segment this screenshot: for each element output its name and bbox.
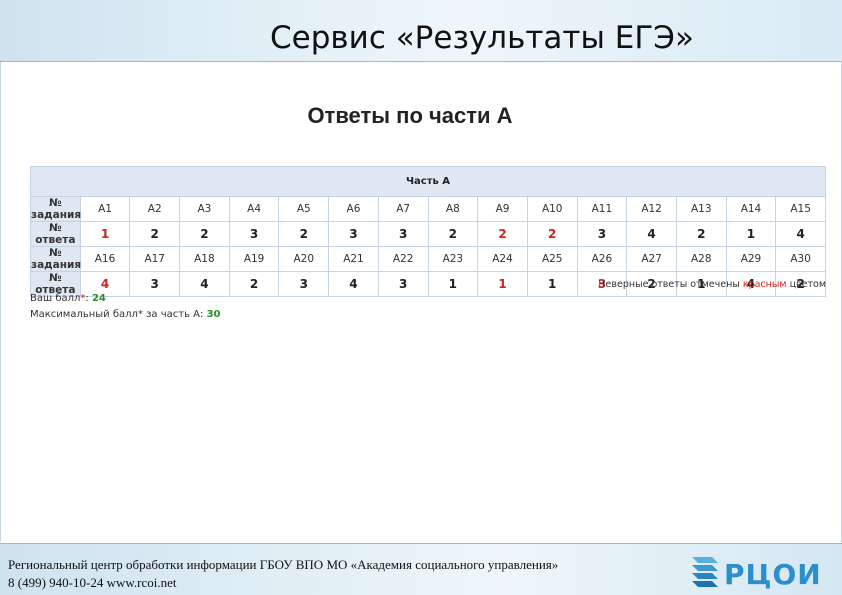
answer-cell: 1 (725, 221, 777, 247)
answer-cell: 4 (775, 221, 826, 247)
answer-header: № ответа (30, 221, 81, 247)
wrong-answers-note: Неверные ответы отмечены красным цветом (598, 279, 826, 290)
task-number-cell: A23 (427, 246, 479, 272)
answer-cell: 4 (328, 271, 379, 297)
task-number-cell: A4 (228, 196, 280, 222)
task-number-cell: A3 (179, 196, 230, 222)
task-number-cell: A16 (79, 246, 131, 272)
answer-cell: 1 (427, 271, 479, 297)
note-text-before: Неверные ответы отмечены (598, 279, 743, 290)
footer-org-name: Региональный центр обработки информации … (8, 557, 559, 572)
note-text-highlight: красным (742, 279, 787, 290)
task-number-row: № задания A1 A2 A3 A4 A5 A6 A7 A8 A9 A10 A11 A12 A13 A… (30, 196, 826, 222)
task-number-cell: A8 (427, 196, 479, 222)
answer-row: № ответа 1 2 2 3 2 3 3 2 2 2 3 4 2 1 4 (30, 221, 826, 247)
answer-cell: 1 (526, 271, 578, 297)
task-number-cell: A19 (228, 246, 280, 272)
task-number-cell: A28 (675, 246, 727, 272)
task-number-cell: A20 (278, 246, 330, 272)
task-number-cell: A13 (675, 196, 727, 222)
task-number-cell: A14 (725, 196, 777, 222)
task-number-cell: A7 (377, 196, 429, 222)
task-number-cell: A1 (79, 196, 131, 222)
task-number-cell: A10 (526, 196, 578, 222)
rcoi-logo-icon (692, 557, 718, 587)
logo-text: РЦОИ (724, 558, 822, 591)
answer-cell: 4 (179, 271, 230, 297)
task-number-cell: A26 (576, 246, 628, 272)
max-score-value: 30 (206, 309, 221, 320)
answer-cell: 2 (179, 221, 230, 247)
answer-cell: 3 (576, 221, 628, 247)
answer-cell: 2 (278, 221, 330, 247)
answer-cell: 3 (377, 221, 429, 247)
slide-subtitle: Ответы по части А (307, 103, 513, 128)
task-number-cell: A25 (526, 246, 578, 272)
task-number-header: № задания (30, 246, 82, 272)
answer-cell: 3 (328, 221, 379, 247)
task-number-header: № задания (30, 196, 82, 222)
task-number-cell: A5 (278, 196, 330, 222)
answer-cell: 3 (228, 221, 280, 247)
task-number-cell: A12 (626, 196, 677, 222)
wrong-answer-cell: 2 (526, 221, 578, 247)
answer-cell: 3 (129, 271, 181, 297)
task-number-row: № задания A16 A17 A18 A19 A20 A21 A22 A23 A24 A25 A… (30, 246, 826, 272)
answer-cell: 3 (278, 271, 330, 297)
task-number-cell: A21 (328, 246, 379, 272)
your-score-label: Ваш балл (30, 293, 81, 304)
answer-cell: 2 (675, 221, 727, 247)
task-number-cell: A18 (179, 246, 230, 272)
answer-cell: 4 (626, 221, 677, 247)
task-number-cell: A22 (377, 246, 429, 272)
task-number-cell: A27 (626, 246, 677, 272)
slide-title: Сервис «Результаты ЕГЭ» (270, 20, 694, 56)
answer-cell: 3 (377, 271, 429, 297)
task-number-cell: A15 (775, 196, 826, 222)
answers-table: Часть А № задания A1 A2 A3 A4 A5 A6 A7 A8 A9 A10 A1… (30, 166, 826, 297)
task-number-cell: A17 (129, 246, 181, 272)
task-number-cell: A29 (725, 246, 777, 272)
wrong-answer-cell: 1 (477, 271, 528, 297)
task-number-cell: A6 (328, 196, 379, 222)
task-number-cell: A30 (775, 246, 826, 272)
task-number-cell: A2 (129, 196, 181, 222)
note-text-after: цветом (786, 279, 826, 290)
task-number-cell: A11 (576, 196, 628, 222)
your-score-value: 24 (91, 293, 106, 304)
answer-cell: 2 (129, 221, 181, 247)
section-title: Часть А (30, 166, 826, 197)
table-section-header: Часть А (30, 166, 826, 197)
your-score-line: Ваш балл*: 24 (30, 293, 106, 304)
task-number-cell: A24 (477, 246, 528, 272)
footer-contacts: 8 (499) 940-10-24 www.rcoi.net (8, 575, 177, 590)
max-score-label: Максимальный балл* за часть А: (30, 309, 204, 320)
answer-cell: 2 (228, 271, 280, 297)
left-border (0, 62, 1, 542)
answer-cell: 2 (427, 221, 479, 247)
wrong-answer-cell: 2 (477, 221, 528, 247)
wrong-answer-cell: 1 (79, 221, 131, 247)
max-score-line: Максимальный балл* за часть А: 30 (30, 309, 221, 320)
task-number-cell: A9 (477, 196, 528, 222)
rcoi-logo: РЦОИ (690, 553, 838, 593)
